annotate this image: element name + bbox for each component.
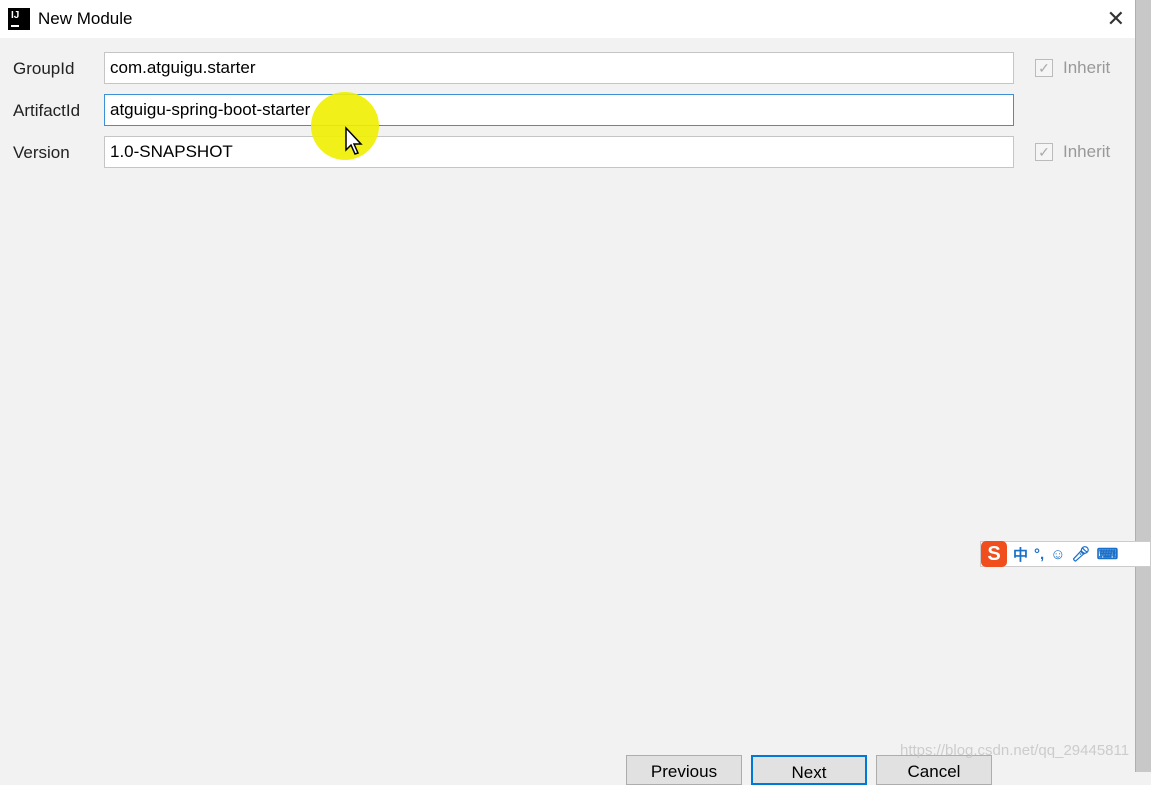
window-title: New Module [38, 9, 133, 28]
checkbox-icon: ✓ [1035, 143, 1053, 161]
artifactid-input[interactable] [104, 94, 1014, 126]
intellij-logo-icon: IJ [8, 8, 30, 30]
groupid-input[interactable] [104, 52, 1014, 84]
keyboard-icon[interactable]: ⌨ [1097, 545, 1119, 563]
inherit-label: Inherit [1063, 58, 1111, 77]
groupid-label: GroupId [13, 59, 75, 78]
cancel-button[interactable]: Cancel [876, 755, 992, 785]
version-input[interactable] [104, 136, 1014, 168]
ime-mode[interactable]: 中 [1013, 544, 1028, 565]
version-label: Version [13, 143, 70, 162]
next-button[interactable]: Next [751, 755, 867, 785]
watermark: https://blog.csdn.net/qq_29445811 [900, 742, 1130, 759]
groupid-row: GroupId ✓ Inherit [0, 52, 1135, 84]
emoji-icon[interactable]: ☺ [1050, 546, 1065, 563]
microphone-icon[interactable]: 🎤︎ [1072, 545, 1091, 563]
groupid-inherit-checkbox[interactable]: ✓ Inherit [1035, 58, 1110, 78]
artifactid-row: ArtifactId [0, 94, 1135, 126]
title-bar: IJ New Module ✕ [0, 0, 1135, 38]
previous-button[interactable]: Previous [626, 755, 742, 785]
artifactid-label: ArtifactId [13, 101, 81, 120]
ime-punct[interactable]: °, [1034, 546, 1044, 563]
version-row: Version ✓ Inherit [0, 136, 1135, 168]
ime-toolbar: S 中 °, ☺ 🎤︎ ⌨ [980, 541, 1151, 567]
background-window-edge [1135, 0, 1151, 772]
checkbox-icon: ✓ [1035, 59, 1053, 77]
mouse-cursor-icon [345, 126, 363, 155]
version-inherit-checkbox[interactable]: ✓ Inherit [1035, 142, 1110, 162]
close-icon[interactable]: ✕ [1107, 6, 1125, 32]
sogou-logo-icon: S [981, 541, 1007, 567]
inherit-label: Inherit [1063, 142, 1111, 161]
